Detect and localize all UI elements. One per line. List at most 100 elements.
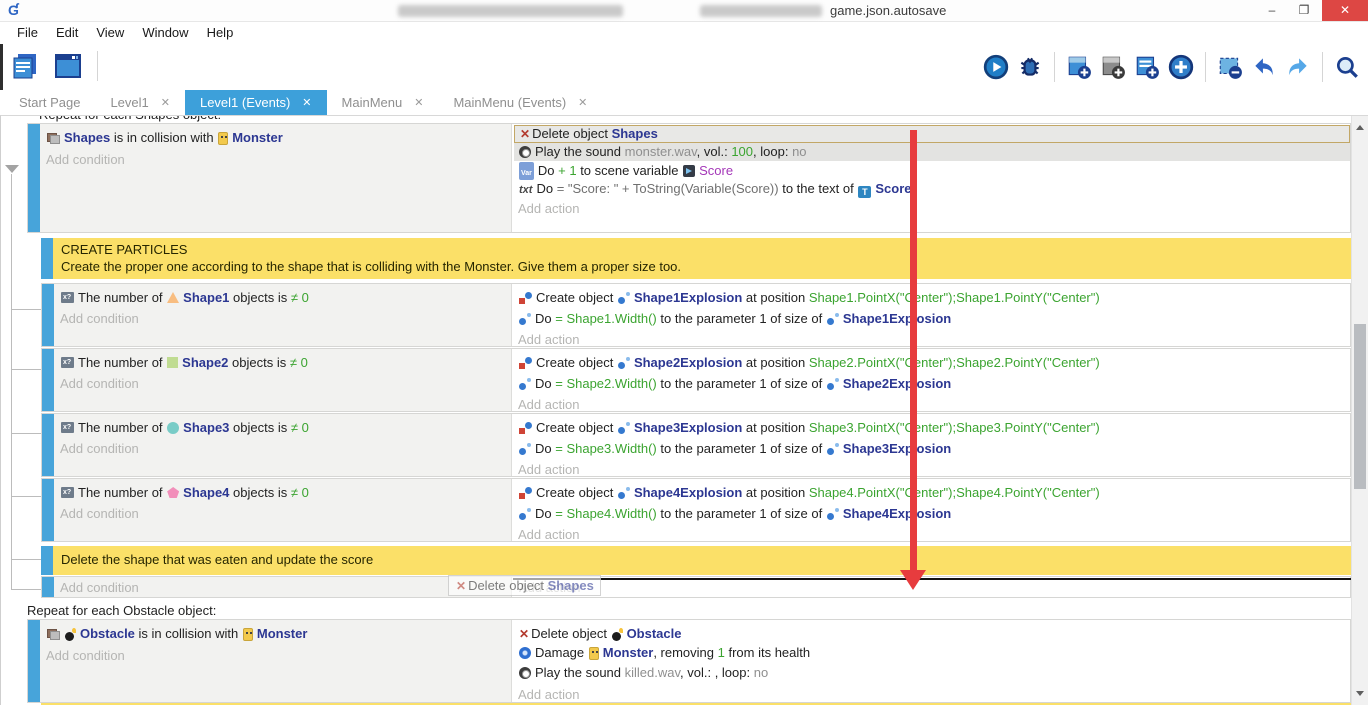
add-condition-link[interactable]: Add condition [60, 579, 139, 597]
menu-window[interactable]: Window [133, 22, 197, 44]
comment-delete-shape[interactable]: Delete the shape that was eaten and upda… [41, 546, 1351, 575]
action-update-score-text[interactable]: Do = "Score: " + ToString(Variable(Score… [514, 180, 1350, 198]
repeat-shapes-header[interactable]: Repeat for each Shapes object: [39, 115, 221, 123]
collision-icon [47, 133, 60, 144]
add-action-link[interactable]: Add action [514, 331, 1350, 349]
menu-view[interactable]: View [87, 22, 133, 44]
tab-close-icon[interactable]: ✕ [302, 96, 311, 109]
action-increment-score[interactable]: Do + 1 to scene variable Score [514, 162, 1350, 180]
event-shapes-collision: Shapes is in collision with Monster Add … [27, 123, 1351, 233]
condition-shape4-count[interactable]: The number of Shape4 objects is ≠ 0 [60, 484, 309, 502]
play-preview-icon[interactable] [983, 54, 1009, 80]
text-segment: killed.wav [625, 665, 680, 680]
action-play-sound-monster[interactable]: Play the sound monster.wav, vol.: 100, l… [514, 143, 1350, 161]
scrollbar-thumb[interactable] [1354, 324, 1366, 489]
action-size-shape4-explosion[interactable]: Do = Shape4.Width() to the parameter 1 o… [514, 505, 1350, 523]
action-create-shape1-explosion[interactable]: Create object Shape1Explosion at positio… [514, 289, 1350, 307]
add-action-link[interactable]: Add action [514, 686, 1350, 704]
action-create-shape3-explosion[interactable]: Create object Shape3Explosion at positio… [514, 419, 1350, 437]
tab-mainmenu-events[interactable]: MainMenu (Events)✕ [438, 90, 602, 115]
action-create-shape4-explosion[interactable]: Create object Shape4Explosion at positio… [514, 484, 1350, 502]
condition-shape1-count[interactable]: The number of Shape1 objects is ≠ 0 [60, 289, 309, 307]
scene-editor-icon[interactable] [52, 50, 84, 82]
condition-shape2-count[interactable]: The number of Shape2 objects is ≠ 0 [60, 354, 308, 372]
actions-panel: Add action [514, 577, 1350, 597]
action-size-shape3-explosion[interactable]: Do = Shape3.Width() to the parameter 1 o… [514, 440, 1350, 458]
drag-ghost-delete-shapes[interactable]: Delete object Shapes [448, 575, 601, 596]
search-icon[interactable] [1334, 54, 1360, 80]
text-segment: Delete object [532, 126, 612, 141]
text-segment: to the parameter 1 of size of [657, 311, 826, 326]
add-action-link[interactable]: Add action [514, 396, 1350, 414]
text-segment: objects is [229, 420, 290, 435]
toolbar-separator [1322, 52, 1323, 82]
scroll-up-icon[interactable] [1356, 125, 1364, 130]
maximize-button[interactable]: ❐ [1290, 0, 1318, 21]
particles-icon [519, 508, 531, 520]
text-segment: to the parameter 1 of size of [657, 441, 826, 456]
debug-icon[interactable] [1017, 54, 1043, 80]
text-segment: at position [742, 485, 809, 500]
add-condition-link[interactable]: Add condition [46, 647, 125, 665]
action-size-shape1-explosion[interactable]: Do = Shape1.Width() to the parameter 1 o… [514, 310, 1350, 328]
add-action-link[interactable]: Add action [514, 526, 1350, 544]
menu-edit[interactable]: Edit [47, 22, 87, 44]
action-play-sound-killed[interactable]: Play the sound killed.wav, vol.: , loop:… [514, 664, 1350, 682]
text-segment: Create object [536, 290, 617, 305]
action-delete-obstacle[interactable]: Delete object Obstacle [514, 625, 1350, 643]
redo-icon[interactable] [1285, 54, 1311, 80]
collapse-arrow-icon[interactable] [5, 165, 19, 173]
action-create-shape2-explosion[interactable]: Create object Shape2Explosion at positio… [514, 354, 1350, 372]
event-bar [42, 414, 54, 476]
txt-icon [519, 180, 532, 198]
text-segment: The number of [78, 420, 166, 435]
add-comment-icon[interactable] [1134, 54, 1160, 80]
text-segment: , loop: [753, 144, 792, 159]
tab-close-icon[interactable]: ✕ [578, 96, 587, 109]
action-delete-shapes[interactable]: Delete object Shapes [514, 125, 1350, 143]
text-segment: Do [535, 376, 555, 391]
add-condition-link[interactable]: Add condition [60, 375, 139, 393]
add-event-icon[interactable] [1066, 54, 1092, 80]
comment-create-particles[interactable]: CREATE PARTICLES Create the proper one a… [41, 238, 1351, 279]
tab-close-icon[interactable]: ✕ [414, 96, 423, 109]
action-damage-monster[interactable]: Damage Monster, removing 1 from its heal… [514, 644, 1350, 662]
add-subevent-icon[interactable] [1100, 54, 1126, 80]
tab-start-page[interactable]: Start Page [4, 90, 95, 115]
add-condition-link[interactable]: Add condition [60, 505, 139, 523]
add-action-link[interactable]: Add action [514, 461, 1350, 479]
add-special-event-icon[interactable] [1168, 54, 1194, 80]
particles-icon [618, 292, 630, 304]
project-manager-icon[interactable] [10, 50, 42, 82]
tab-level1[interactable]: Level1✕ [95, 90, 185, 115]
menu-file[interactable]: File [8, 22, 47, 44]
add-condition-link[interactable]: Add condition [60, 310, 139, 328]
add-action-link[interactable]: Add action [515, 579, 1350, 597]
text-segment: Do [538, 163, 558, 178]
text-segment: to the text of [779, 181, 858, 196]
condition-shape3-count[interactable]: The number of Shape3 objects is ≠ 0 [60, 419, 309, 437]
condition-obstacle-collision[interactable]: Obstacle is in collision with Monster [46, 625, 307, 643]
add-condition-link[interactable]: Add condition [46, 151, 125, 169]
repeat-obstacle-header[interactable]: Repeat for each Obstacle object: [27, 603, 216, 619]
conditions-panel: Shapes is in collision with Monster Add … [40, 124, 512, 232]
conditions-panel: The number of Shape4 objects is ≠ 0 Add … [54, 479, 512, 541]
add-condition-link[interactable]: Add condition [60, 440, 139, 458]
tab-close-icon[interactable]: ✕ [161, 96, 170, 109]
delete-event-icon[interactable] [1217, 54, 1243, 80]
particles-icon [827, 378, 839, 390]
scroll-down-icon[interactable] [1356, 691, 1364, 696]
close-button[interactable]: ✕ [1322, 0, 1368, 21]
text-segment: = Shape2.Width() [555, 376, 657, 391]
action-size-shape2-explosion[interactable]: Do = Shape2.Width() to the parameter 1 o… [514, 375, 1350, 393]
tab-mainmenu[interactable]: MainMenu✕ [327, 90, 439, 115]
minimize-button[interactable]: – [1258, 0, 1286, 21]
add-action-link[interactable]: Add action [514, 200, 1350, 218]
text-segment: Shape1Explosion [843, 311, 951, 326]
tree-line [11, 174, 12, 589]
text-segment: Shape4Explosion [843, 506, 951, 521]
undo-icon[interactable] [1251, 54, 1277, 80]
tab-level1-events[interactable]: Level1 (Events)✕ [185, 90, 327, 115]
condition-shapes-collision[interactable]: Shapes is in collision with Monster [46, 129, 283, 147]
menu-help[interactable]: Help [198, 22, 243, 44]
